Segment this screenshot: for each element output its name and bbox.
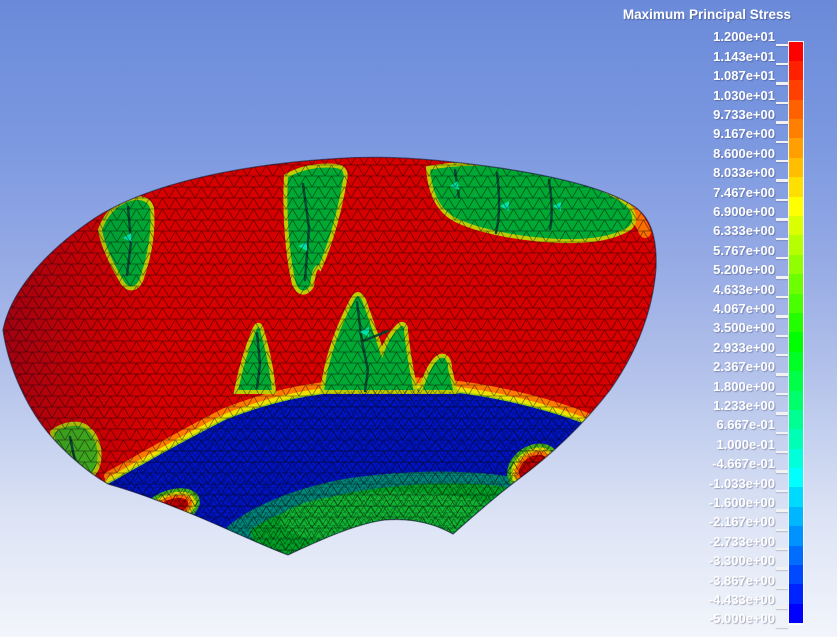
legend-value: 6.900e+00 <box>713 203 775 219</box>
legend-value: 2.367e+00 <box>713 359 775 375</box>
legend-tick <box>776 470 788 473</box>
legend-tick <box>776 198 788 202</box>
legend-tick <box>776 431 788 434</box>
colorbar-band <box>789 332 803 352</box>
legend-value: 7.467e+00 <box>713 184 775 200</box>
colorbar-band <box>789 41 803 61</box>
legend-tick <box>776 392 788 396</box>
legend-value: 1.030e+01 <box>713 87 775 103</box>
legend-tick <box>776 82 788 85</box>
legend-tick <box>776 334 788 337</box>
legend-tick <box>776 586 788 590</box>
legend-tick <box>776 548 788 551</box>
legend-value: 8.033e+00 <box>713 165 775 181</box>
colorbar-band <box>789 254 803 275</box>
legend-value: 6.667e-01 <box>716 417 775 433</box>
colorbar-band <box>789 80 803 100</box>
colorbar-band <box>789 312 803 333</box>
legend-value: 6.333e+00 <box>713 223 775 239</box>
legend-value: -3.867e+00 <box>708 572 775 588</box>
legend-tick <box>776 315 788 318</box>
colorbar-band <box>789 235 803 255</box>
colorbar-band <box>789 157 803 178</box>
legend-tick <box>776 140 788 143</box>
legend-tick <box>776 295 788 299</box>
colorbar-band <box>789 196 803 217</box>
legend-tick <box>776 451 788 454</box>
edge-shading <box>3 157 657 556</box>
viewport: Maximum Principal Stress 1.200e+01 1.143e… <box>0 0 837 637</box>
legend-value: -3.300e+00 <box>708 553 775 569</box>
legend-value: 9.167e+00 <box>713 126 775 142</box>
legend-tick <box>776 373 788 376</box>
legend-tick <box>776 257 788 260</box>
legend-value: 1.087e+01 <box>713 68 775 84</box>
legend-tick <box>776 237 788 240</box>
legend-tick <box>776 101 788 105</box>
legend-value: 3.500e+00 <box>713 320 775 336</box>
colorbar-band <box>789 506 803 527</box>
legend-value: -2.733e+00 <box>708 533 775 549</box>
legend-value: 1.800e+00 <box>713 378 775 394</box>
legend-value: 5.767e+00 <box>713 242 775 258</box>
legend-value: 8.600e+00 <box>713 145 775 161</box>
meshed-part <box>3 157 657 556</box>
legend-tick <box>776 63 788 66</box>
legend-tick <box>776 528 788 531</box>
legend-value: -1.600e+00 <box>708 494 775 510</box>
legend-tick <box>776 567 788 570</box>
colorbar-band <box>789 119 803 139</box>
legend-tick <box>776 509 788 512</box>
legend-value: 1.200e+01 <box>713 29 775 45</box>
colorbar-band <box>789 60 803 81</box>
colorbar-band <box>789 545 803 566</box>
legend-tick <box>776 354 788 357</box>
colorbar-band <box>789 216 803 236</box>
colorbar-band <box>789 584 803 604</box>
legend-value: -4.433e+00 <box>708 591 775 607</box>
colorbar-band <box>789 409 803 430</box>
legend-value: -2.167e+00 <box>708 514 775 530</box>
colorbar-band <box>789 487 803 507</box>
legend-title: Maximum Principal Stress <box>622 7 791 22</box>
colorbar-band <box>789 138 803 158</box>
colorbar-band <box>789 177 803 197</box>
legend-value: -1.033e+00 <box>708 475 775 491</box>
legend-tick <box>776 412 788 415</box>
legend-value: 4.633e+00 <box>713 281 775 297</box>
legend-value: 1.000e-01 <box>716 436 775 452</box>
colorbar-band <box>789 448 803 469</box>
legend-tick <box>776 218 788 221</box>
colorbar-band <box>789 429 803 449</box>
legend-tick <box>776 276 788 279</box>
legend-tick <box>776 625 788 628</box>
colorbar-band <box>789 293 803 313</box>
colorbar-band <box>789 603 803 624</box>
legend-value: 1.143e+01 <box>713 48 775 64</box>
legend-value: 2.933e+00 <box>713 339 775 355</box>
colorbar-band <box>789 371 803 391</box>
legend-tick <box>776 160 788 163</box>
colorbar-band <box>789 526 803 546</box>
legend-value: -4.667e-01 <box>712 456 775 472</box>
colorbar-band <box>789 351 803 372</box>
legend-value: 5.200e+00 <box>713 262 775 278</box>
legend-value: 9.733e+00 <box>713 106 775 122</box>
colorbar-band <box>789 274 803 294</box>
legend-tick <box>776 43 788 46</box>
legend-value: 1.233e+00 <box>713 397 775 413</box>
legend-tick <box>776 179 788 182</box>
legend-tick <box>776 121 788 124</box>
legend-tick <box>776 489 788 493</box>
colorbar-band <box>789 565 803 585</box>
colorbar-band <box>789 468 803 488</box>
colorbar-band <box>789 99 803 120</box>
legend-value: -5.000e+00 <box>708 611 775 627</box>
legend-value: 4.067e+00 <box>713 300 775 316</box>
colorbar <box>788 40 804 625</box>
colorbar-band <box>789 390 803 410</box>
legend-tick <box>776 606 788 609</box>
